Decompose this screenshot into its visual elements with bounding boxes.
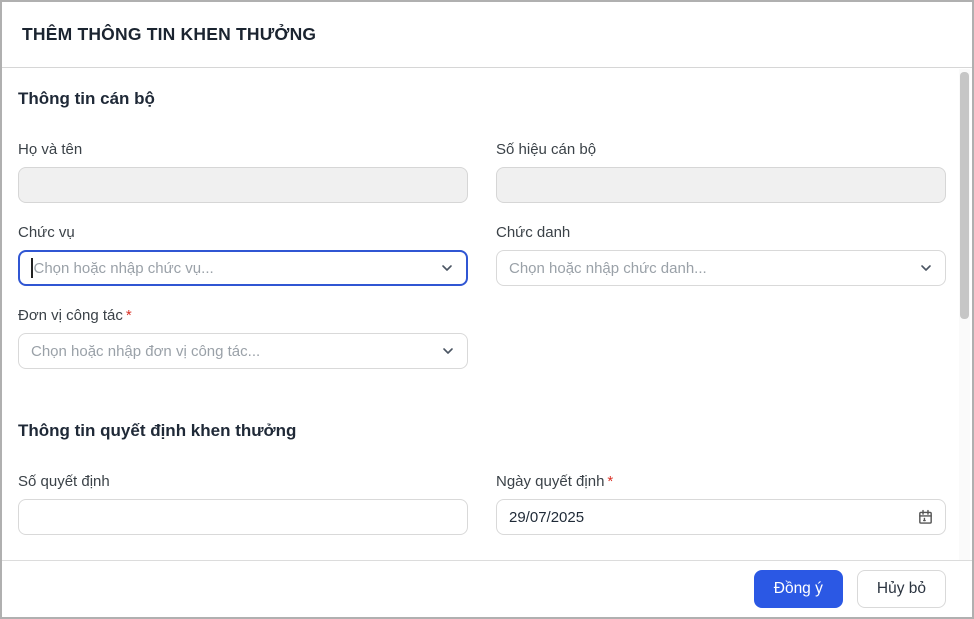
add-reward-info-dialog: THÊM THÔNG TIN KHEN THƯỞNG Thông tin cán… bbox=[0, 0, 974, 619]
dialog-footer: Đồng ý Hủy bỏ bbox=[2, 560, 972, 617]
decision-section-heading: Thông tin quyết định khen thưởng bbox=[18, 421, 946, 441]
job-title-select[interactable]: Chọn hoặc nhập chức danh... bbox=[496, 250, 946, 286]
cancel-button[interactable]: Hủy bỏ bbox=[857, 570, 946, 608]
work-unit-placeholder: Chọn hoặc nhập đơn vị công tác... bbox=[31, 343, 260, 360]
text-cursor bbox=[31, 258, 33, 278]
full-name-field-group: Họ và tên bbox=[18, 141, 468, 203]
decision-number-input[interactable] bbox=[18, 499, 468, 535]
decision-number-input-el[interactable] bbox=[31, 500, 455, 534]
decision-date-label: Ngày quyết định* bbox=[496, 473, 946, 490]
job-title-placeholder: Chọn hoặc nhập chức danh... bbox=[509, 260, 707, 277]
vertical-scrollbar[interactable] bbox=[959, 69, 970, 560]
calendar-icon[interactable] bbox=[917, 509, 934, 526]
dialog-title: THÊM THÔNG TIN KHEN THƯỞNG bbox=[22, 24, 316, 45]
chevron-down-icon[interactable] bbox=[440, 343, 456, 359]
decision-number-label: Số quyết định bbox=[18, 473, 468, 490]
officer-id-label: Số hiệu cán bộ bbox=[496, 141, 946, 158]
required-asterisk: * bbox=[607, 473, 613, 490]
job-title-label: Chức danh bbox=[496, 224, 946, 241]
position-label: Chức vụ bbox=[18, 224, 468, 241]
officer-id-input bbox=[496, 167, 946, 203]
decision-number-field-group: Số quyết định bbox=[18, 473, 468, 535]
work-unit-label: Đơn vị công tác* bbox=[18, 307, 468, 324]
full-name-label: Họ và tên bbox=[18, 141, 468, 158]
job-title-field-group: Chức danh Chọn hoặc nhập chức danh... bbox=[496, 224, 946, 286]
officer-section-heading: Thông tin cán bộ bbox=[18, 89, 946, 109]
chevron-down-icon[interactable] bbox=[439, 260, 455, 276]
officer-id-field-group: Số hiệu cán bộ bbox=[496, 141, 946, 203]
dialog-header: THÊM THÔNG TIN KHEN THƯỞNG bbox=[2, 2, 972, 68]
dialog-body: Thông tin cán bộ Họ và tên Số hiệu cán b… bbox=[2, 69, 972, 560]
work-unit-select[interactable]: Chọn hoặc nhập đơn vị công tác... bbox=[18, 333, 468, 369]
work-unit-field-group: Đơn vị công tác* Chọn hoặc nhập đơn vị c… bbox=[18, 307, 468, 369]
required-asterisk: * bbox=[126, 307, 132, 324]
chevron-down-icon[interactable] bbox=[918, 260, 934, 276]
full-name-input-el bbox=[31, 168, 455, 202]
decision-date-input[interactable]: 29/07/2025 bbox=[496, 499, 946, 535]
full-name-input bbox=[18, 167, 468, 203]
position-placeholder: Chọn hoặc nhập chức vụ... bbox=[34, 260, 214, 277]
position-field-group: Chức vụ Chọn hoặc nhập chức vụ... bbox=[18, 224, 468, 286]
scrollbar-thumb[interactable] bbox=[960, 72, 969, 319]
decision-date-field-group: Ngày quyết định* 29/07/2025 bbox=[496, 473, 946, 535]
decision-date-value: 29/07/2025 bbox=[509, 509, 584, 526]
officer-id-input-el bbox=[509, 168, 933, 202]
position-select[interactable]: Chọn hoặc nhập chức vụ... bbox=[18, 250, 468, 286]
ok-button[interactable]: Đồng ý bbox=[754, 570, 843, 608]
